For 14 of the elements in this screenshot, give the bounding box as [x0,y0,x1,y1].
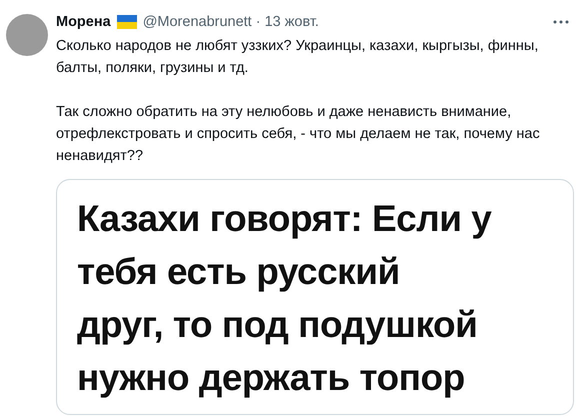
tweet-date[interactable]: 13 жовт. [264,12,319,32]
tweet-text: Сколько народов не любят уззких? Украинцы, казахи, кыргызы, финны, балты, поляки, грузины и тд. [56,37,540,78]
image-text-line: Казахи говорят: Если у [77,197,492,241]
image-text-line: нужно держать топор [77,356,465,400]
image-card[interactable]: Казахи говорят: Если у тебя есть русский друг, то под подушкой нужно держать топор [56,179,574,415]
image-text-line: друг, то под подушкой [77,303,478,347]
image-text-line: тебя есть русский [77,250,400,294]
display-name[interactable]: Морена [56,12,111,32]
flag-icon [116,15,137,29]
tweet-text: Так сложно обратить на эту нелюбовь и даже ненависть внимание, отрефлекстровать и спросить себя, - что мы делаем не так, почему нас ненавидят?? [56,103,541,166]
more-options-icon[interactable] [553,20,569,24]
handle[interactable]: @Morenabrunett [142,12,252,32]
separator: · [256,13,261,32]
avatar[interactable] [6,14,48,56]
